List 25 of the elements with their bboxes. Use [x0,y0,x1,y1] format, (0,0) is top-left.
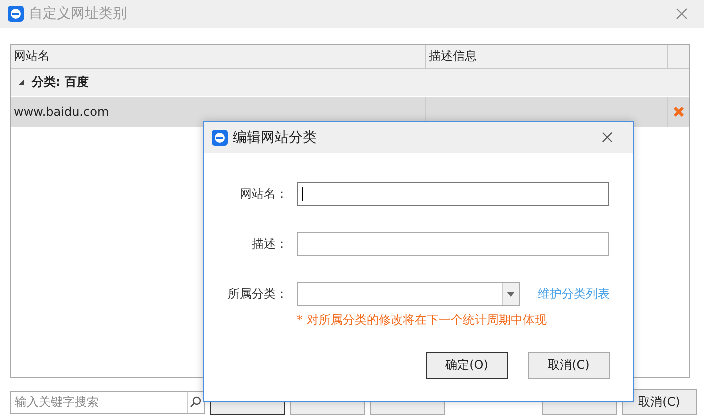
search-icon[interactable] [190,396,202,408]
app-logo-icon [212,130,228,146]
delete-icon[interactable] [672,106,684,118]
group-label: 分类: 百度 [32,74,89,91]
category-dropdown[interactable] [297,282,520,306]
field-label: 描述： [251,236,288,252]
dialog-button[interactable]: 取消(C) [528,352,610,379]
column-header[interactable]: 描述信息 [426,45,668,68]
input-field[interactable] [297,182,609,206]
field-label: 所属分类： [227,286,288,302]
field-label: 网站名： [239,186,288,202]
input-field[interactable] [297,232,609,256]
expand-icon[interactable] [19,80,24,85]
column-header[interactable]: 网站名 [11,45,426,68]
action-button[interactable]: 取消(C) [622,389,697,415]
app-logo-icon [8,6,24,22]
close-icon[interactable] [602,132,613,143]
note-text: * 对所属分类的修改将在下一个统计周期中体现 [297,312,548,329]
close-icon[interactable] [676,8,688,20]
group-row[interactable]: 分类: 百度 [11,69,689,97]
dropdown-arrow-icon[interactable] [507,292,515,296]
dialog-title: 编辑网站分类 [233,128,318,146]
window-title: 自定义网址类别 [29,5,128,23]
search-field[interactable]: 输入关键字搜索 [10,390,187,414]
dialog-button[interactable]: 确定(O) [426,352,508,379]
